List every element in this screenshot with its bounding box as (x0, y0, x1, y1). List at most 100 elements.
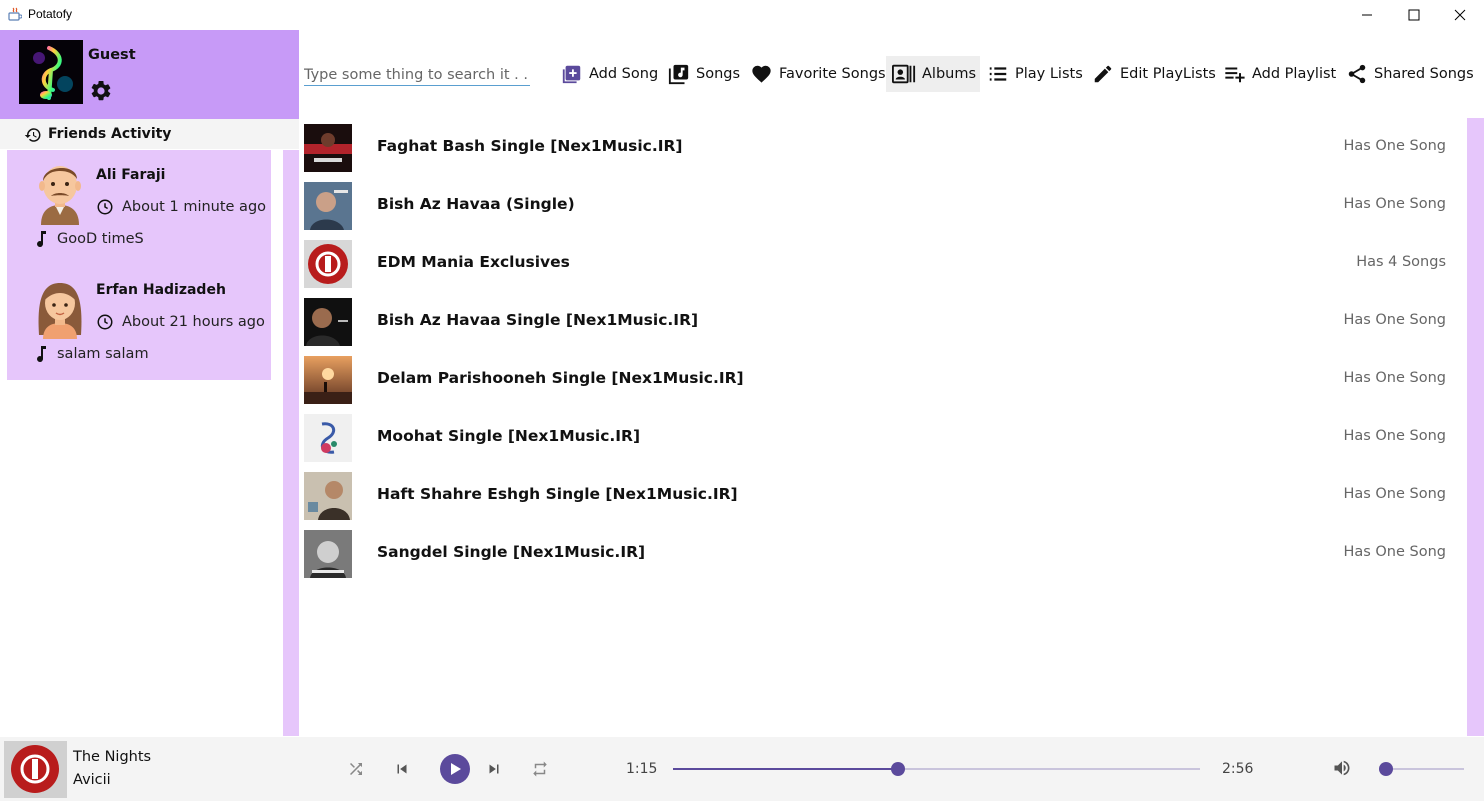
album-cover (304, 414, 352, 462)
music-note-art (33, 46, 73, 100)
skip-previous-icon (397, 764, 407, 774)
add-song-label: Add Song (589, 66, 659, 82)
male-avatar-icon (39, 166, 81, 225)
album-song-count: Has One Song (1343, 196, 1446, 212)
edit-playlists-button[interactable]: Edit PlayLists (1092, 56, 1216, 92)
search-input[interactable] (304, 65, 530, 85)
minimize-icon (1362, 14, 1372, 16)
friends-activity-title: Friends Activity (48, 126, 172, 142)
shared-songs-label: Shared Songs (1374, 66, 1474, 82)
player-bar: The Nights Avicii 1:15 2:56 (0, 737, 1484, 801)
progress-handle[interactable] (891, 762, 906, 776)
friend-item[interactable]: Erfan Hadizadeh About 21 hours ago salam… (7, 265, 271, 380)
albums-button[interactable]: Albums (886, 56, 980, 92)
add-playlist-button[interactable]: Add Playlist (1223, 56, 1336, 92)
album-row[interactable]: Faghat Bash Single [Nex1Music.IR] Has On… (299, 118, 1467, 176)
total-time: 2:56 (1222, 761, 1254, 777)
friends-activity-header: Friends Activity (0, 119, 299, 149)
album-title: Delam Parishooneh Single [Nex1Music.IR] (377, 369, 744, 387)
album-song-count: Has One Song (1343, 370, 1446, 386)
add-box-icon (562, 65, 581, 84)
album-cover (304, 298, 352, 346)
pencil-icon (1094, 65, 1112, 83)
album-title: Haft Shahre Eshgh Single [Nex1Music.IR] (377, 485, 738, 503)
repeat-icon (533, 761, 547, 777)
favorite-songs-label: Favorite Songs (779, 66, 886, 82)
heart-icon (752, 65, 771, 83)
friend-activity-time: About 21 hours ago (122, 314, 265, 330)
now-playing-title: The Nights (73, 749, 152, 765)
shuffle-icon (350, 763, 362, 775)
play-lists-button[interactable]: Play Lists (987, 56, 1083, 92)
album-song-count: Has One Song (1343, 544, 1446, 560)
previous-button[interactable] (390, 757, 414, 781)
album-song-count: Has One Song (1343, 138, 1446, 154)
now-playing-artist: Avicii (73, 772, 111, 788)
maximize-button[interactable] (1391, 0, 1437, 30)
album-title: Bish Az Havaa Single [Nex1Music.IR] (377, 311, 699, 329)
gear-icon[interactable] (89, 79, 113, 103)
progress-slider[interactable] (673, 762, 1200, 776)
shuffle-button[interactable] (344, 757, 368, 781)
friends-scrollbar[interactable] (283, 150, 299, 736)
album-title: Faghat Bash Single [Nex1Music.IR] (377, 137, 683, 155)
album-row[interactable]: Moohat Single [Nex1Music.IR] Has One Son… (299, 408, 1467, 466)
album-title: Sangdel Single [Nex1Music.IR] (377, 543, 646, 561)
add-song-button[interactable]: Add Song (561, 56, 658, 92)
next-button[interactable] (482, 757, 506, 781)
play-lists-label: Play Lists (1015, 66, 1083, 82)
album-title: Moohat Single [Nex1Music.IR] (377, 427, 641, 445)
album-row[interactable]: Bish Az Havaa (Single) Has One Song (299, 176, 1467, 234)
volume-slider[interactable] (1378, 762, 1464, 776)
clock-icon (97, 314, 113, 330)
album-cover (304, 356, 352, 404)
favorite-songs-button[interactable]: Favorite Songs (750, 56, 886, 92)
profile-avatar[interactable] (19, 40, 83, 104)
music-note-icon (37, 231, 46, 248)
friends-list: Ali Faraji About 1 minute ago GooD timeS… (7, 150, 271, 380)
history-icon (24, 128, 41, 142)
album-song-count: Has One Song (1343, 312, 1446, 328)
albums-scrollbar[interactable] (1467, 118, 1484, 736)
album-row[interactable]: Delam Parishooneh Single [Nex1Music.IR] … (299, 350, 1467, 408)
songs-button[interactable]: Songs (668, 56, 740, 92)
album-song-count: Has One Song (1343, 428, 1446, 444)
album-cover (304, 472, 352, 520)
album-cover (304, 530, 352, 578)
albums-label: Albums (922, 66, 977, 82)
friend-song: GooD timeS (57, 231, 144, 247)
songs-label: Songs (696, 66, 741, 82)
album-song-count: Has One Song (1343, 486, 1446, 502)
maximize-icon (1408, 9, 1420, 21)
album-row[interactable]: EDM Mania Exclusives Has 4 Songs (299, 234, 1467, 292)
album-cover (304, 240, 352, 288)
friend-song: salam salam (57, 346, 149, 362)
album-row[interactable]: Sangdel Single [Nex1Music.IR] Has One So… (299, 524, 1467, 582)
close-icon (1454, 9, 1466, 21)
album-row[interactable]: Haft Shahre Eshgh Single [Nex1Music.IR] … (299, 466, 1467, 524)
volume-icon[interactable] (1332, 758, 1352, 778)
share-icon (1348, 64, 1366, 84)
play-button[interactable] (440, 754, 470, 784)
shared-songs-button[interactable]: Shared Songs (1346, 56, 1474, 92)
now-playing-cover (4, 741, 67, 798)
add-playlist-label: Add Playlist (1252, 66, 1337, 82)
volume-handle[interactable] (1378, 762, 1393, 776)
album-row[interactable]: Bish Az Havaa Single [Nex1Music.IR] Has … (299, 292, 1467, 350)
close-button[interactable] (1437, 0, 1483, 30)
library-music-icon (668, 64, 689, 85)
album-song-count: Has 4 Songs (1356, 254, 1446, 270)
progress-fill (673, 768, 899, 770)
music-note-icon (37, 346, 46, 363)
profile-header: Guest (0, 30, 299, 119)
java-app-icon (8, 7, 22, 21)
album-title: Bish Az Havaa (Single) (377, 195, 575, 213)
skip-next-icon (489, 764, 499, 774)
friend-name: Erfan Hadizadeh (96, 282, 226, 298)
playlist-add-icon (1225, 67, 1245, 83)
edit-playlists-label: Edit PlayLists (1120, 66, 1216, 82)
minimize-button[interactable] (1344, 0, 1390, 30)
search-field[interactable] (304, 64, 530, 86)
repeat-button[interactable] (528, 757, 552, 781)
friend-item[interactable]: Ali Faraji About 1 minute ago GooD timeS (7, 150, 271, 265)
